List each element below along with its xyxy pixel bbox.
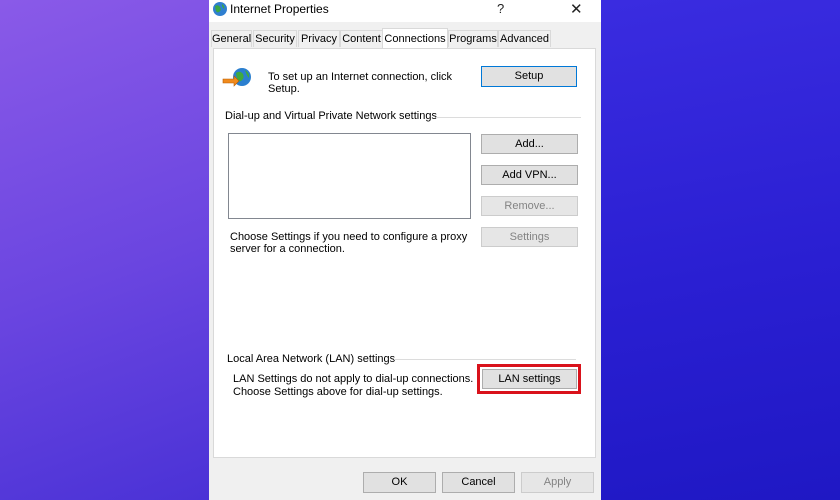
tab-general[interactable]: General (211, 30, 252, 47)
desktop-background-left (0, 0, 209, 500)
tab-connections[interactable]: Connections (382, 28, 448, 48)
highlight-box (477, 364, 581, 394)
help-button[interactable]: ? (497, 1, 504, 16)
globe-icon (213, 2, 227, 16)
settings-button[interactable]: Settings (481, 227, 578, 247)
close-button[interactable]: ✕ (570, 0, 583, 18)
apply-button[interactable]: Apply (521, 472, 594, 493)
ok-button[interactable]: OK (363, 472, 436, 493)
dialup-group-label: Dial-up and Virtual Private Network sett… (225, 110, 437, 122)
tab-strip: General Security Privacy Content Connect… (209, 28, 601, 49)
add-vpn-button[interactable]: Add VPN... (481, 165, 578, 185)
connections-panel: To set up an Internet connection, click … (213, 48, 596, 458)
proxy-hint-line2: server for a connection. (230, 243, 345, 255)
lan-group-divider (394, 359, 576, 360)
lan-group-label: Local Area Network (LAN) settings (227, 353, 396, 365)
connections-listbox[interactable] (228, 133, 471, 219)
tab-programs[interactable]: Programs (448, 30, 498, 47)
setup-button[interactable]: Setup (481, 66, 577, 87)
setup-text-line2: Setup. (268, 83, 300, 95)
title-bar[interactable]: Internet Properties ? ✕ (209, 0, 601, 22)
tab-advanced[interactable]: Advanced (498, 30, 551, 47)
dialup-group-divider (436, 117, 581, 118)
tab-privacy[interactable]: Privacy (298, 30, 340, 47)
network-setup-icon (222, 68, 251, 87)
internet-properties-dialog: Internet Properties ? ✕ General Security… (209, 0, 601, 500)
lan-text-line1: LAN Settings do not apply to dial-up con… (233, 373, 474, 385)
tab-content[interactable]: Content (340, 30, 383, 47)
window-title: Internet Properties (230, 2, 329, 16)
remove-button[interactable]: Remove... (481, 196, 578, 216)
desktop-background-right (601, 0, 840, 500)
cancel-button[interactable]: Cancel (442, 472, 515, 493)
tab-security[interactable]: Security (253, 30, 297, 47)
add-button[interactable]: Add... (481, 134, 578, 154)
lan-text-line2: Choose Settings above for dial-up settin… (233, 386, 443, 398)
